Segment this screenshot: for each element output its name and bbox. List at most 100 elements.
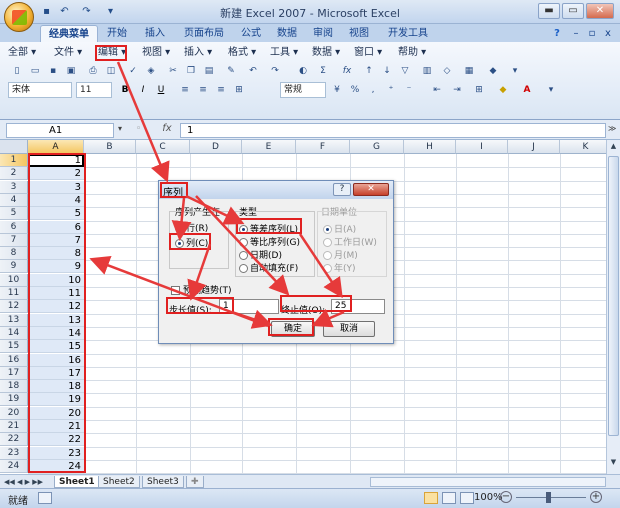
- insert-sheet-icon[interactable]: ✚: [186, 476, 204, 488]
- paste-icon[interactable]: ▤: [202, 64, 216, 78]
- tab-page-layout[interactable]: 页面布局: [176, 25, 232, 42]
- row-header-12[interactable]: 12: [0, 300, 28, 314]
- menu-help[interactable]: 帮助 ▾: [398, 46, 426, 60]
- menu-window[interactable]: 窗口 ▾: [354, 46, 382, 60]
- cell-a23[interactable]: 23: [28, 446, 84, 460]
- row-header-2[interactable]: 2: [0, 167, 28, 181]
- new-file-icon[interactable]: ▯: [10, 64, 24, 78]
- menu-tools[interactable]: 工具 ▾: [270, 46, 298, 60]
- column-header-h[interactable]: H: [404, 140, 456, 154]
- tab-view[interactable]: 视图: [344, 25, 374, 42]
- close-button[interactable]: ✕: [586, 3, 614, 19]
- font-select[interactable]: 宋体: [8, 82, 72, 98]
- sort-asc-icon[interactable]: ↑: [362, 64, 376, 78]
- decrease-decimal-icon[interactable]: ⁻: [402, 83, 416, 97]
- column-header-c[interactable]: C: [136, 140, 190, 154]
- formula-expand-icon[interactable]: ≫: [608, 124, 618, 136]
- print-icon[interactable]: ⎙: [86, 64, 100, 78]
- hyperlink-icon[interactable]: ◐: [296, 64, 310, 78]
- dialog-close-button[interactable]: ✕: [353, 183, 389, 196]
- cell-a24[interactable]: 24: [28, 459, 84, 473]
- name-box-dropdown-icon[interactable]: ▾: [118, 124, 128, 136]
- column-header-d[interactable]: D: [190, 140, 242, 154]
- column-header-i[interactable]: I: [456, 140, 508, 154]
- print-preview-icon[interactable]: ◫: [104, 64, 118, 78]
- scroll-down-icon[interactable]: ▼: [608, 458, 619, 470]
- drawing-icon[interactable]: ◇: [440, 64, 454, 78]
- font-color-icon[interactable]: A: [520, 83, 534, 97]
- ribbon-restore-button[interactable]: ▫: [586, 25, 598, 42]
- redo-icon[interactable]: ↷: [268, 64, 282, 78]
- vertical-scrollbar[interactable]: ▲ ▼: [606, 140, 620, 474]
- qat-customize-icon[interactable]: ▾: [104, 5, 117, 18]
- tab-insert[interactable]: 插入: [138, 25, 172, 42]
- autofill-option[interactable]: 自动填充(F): [239, 261, 298, 274]
- row-header-21[interactable]: 21: [0, 420, 28, 433]
- column-header-k[interactable]: K: [560, 140, 606, 154]
- sort-desc-icon[interactable]: ↓: [380, 64, 394, 78]
- copy-icon[interactable]: ❐: [184, 64, 198, 78]
- menu-data[interactable]: 数据 ▾: [312, 46, 340, 60]
- cell-a18[interactable]: 18: [28, 380, 84, 394]
- insert-function-icon[interactable]: fx: [338, 64, 356, 78]
- formula-options-icon[interactable]: ◦: [136, 124, 148, 136]
- ribbon-minimize-button[interactable]: –: [570, 25, 582, 42]
- fill-color-icon[interactable]: ◆: [496, 83, 510, 97]
- cut-icon[interactable]: ✂: [166, 64, 180, 78]
- number-format-select[interactable]: 常规: [280, 82, 326, 98]
- cell-a19[interactable]: 19: [28, 393, 84, 407]
- insert-function-button[interactable]: fx: [160, 123, 174, 137]
- undo-icon[interactable]: ↶: [246, 64, 260, 78]
- cell-a11[interactable]: 11: [28, 287, 84, 300]
- zoom-level[interactable]: 100%: [474, 492, 503, 503]
- autofill-radio[interactable]: [239, 264, 248, 273]
- linear-radio[interactable]: [239, 225, 248, 234]
- row-header-4[interactable]: 4: [0, 193, 28, 207]
- trend-option[interactable]: 预测趋势(T): [171, 283, 232, 296]
- menu-view[interactable]: 视图 ▾: [142, 46, 170, 60]
- name-box[interactable]: A1: [6, 123, 114, 138]
- sheet-nav-icon[interactable]: ◀◀ ◀ ▶ ▶▶: [4, 476, 50, 488]
- linear-option[interactable]: 等差序列(L): [239, 222, 298, 235]
- cell-a15[interactable]: 15: [28, 340, 84, 354]
- row-header-13[interactable]: 13: [0, 313, 28, 327]
- currency-icon[interactable]: ¥: [330, 83, 344, 97]
- save-icon[interactable]: ▪: [46, 64, 60, 78]
- cell-a10[interactable]: 10: [28, 273, 84, 287]
- zoom-out-button[interactable]: −: [500, 491, 512, 503]
- row-header-19[interactable]: 19: [0, 393, 28, 407]
- maximize-button[interactable]: ▭: [562, 3, 584, 19]
- row-header-6[interactable]: 6: [0, 220, 28, 234]
- date-option[interactable]: 日期(D): [239, 248, 282, 261]
- row-header-14[interactable]: 14: [0, 326, 28, 340]
- scroll-up-icon[interactable]: ▲: [608, 142, 619, 154]
- cell-a5[interactable]: 5: [28, 207, 84, 221]
- tab-classic-menu[interactable]: 经典菜单: [40, 25, 98, 42]
- cell-a3[interactable]: 3: [28, 180, 84, 194]
- sheet-tab-sheet1[interactable]: Sheet1: [54, 476, 100, 488]
- tab-developer[interactable]: 开发工具: [380, 25, 436, 42]
- bold-button[interactable]: B: [118, 83, 132, 97]
- align-right-icon[interactable]: ≡: [214, 83, 228, 97]
- tab-home[interactable]: 开始: [100, 25, 134, 42]
- increase-indent-icon[interactable]: ⇥: [450, 83, 464, 97]
- stop-input[interactable]: 25: [331, 299, 385, 314]
- borders-icon[interactable]: ⊞: [472, 83, 486, 97]
- undo-icon[interactable]: ↶: [58, 5, 71, 18]
- row-header-9[interactable]: 9: [0, 260, 28, 274]
- zoom-icon[interactable]: ▦: [462, 64, 476, 78]
- row-header-1[interactable]: 1: [0, 154, 28, 167]
- select-all-corner[interactable]: [0, 140, 28, 154]
- row-radio[interactable]: [175, 224, 184, 233]
- cell-a16[interactable]: 16: [28, 353, 84, 367]
- cell-a21[interactable]: 21: [28, 420, 84, 433]
- page-layout-view-icon[interactable]: [442, 492, 456, 504]
- menu-insert[interactable]: 插入 ▾: [184, 46, 212, 60]
- redo-icon[interactable]: ↷: [80, 5, 93, 18]
- dialog-help-button[interactable]: ?: [333, 183, 351, 196]
- cancel-button[interactable]: 取消: [323, 321, 375, 337]
- merge-center-icon[interactable]: ⊞: [232, 83, 246, 97]
- column-header-a[interactable]: A: [28, 140, 84, 154]
- more-options-icon[interactable]: ▾: [544, 83, 558, 97]
- tab-data[interactable]: 数据: [272, 25, 302, 42]
